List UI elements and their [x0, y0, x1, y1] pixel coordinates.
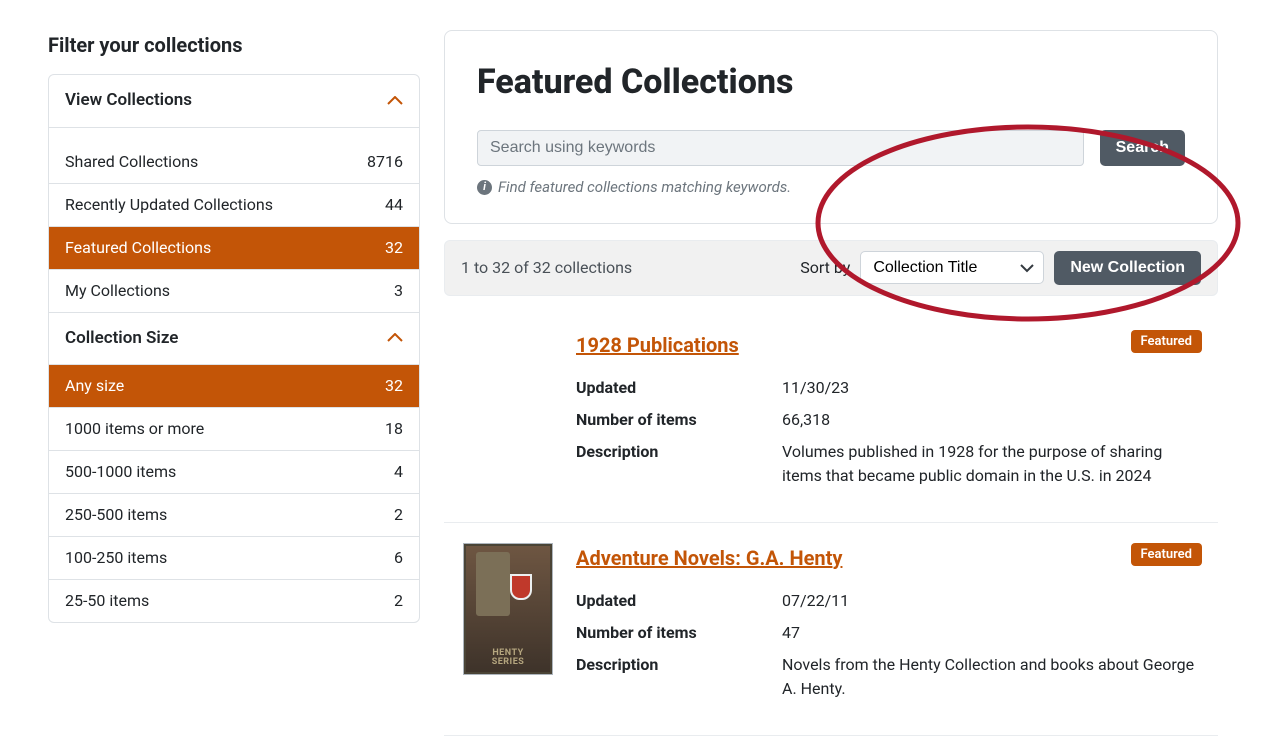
- meta-label: Number of items: [576, 408, 782, 432]
- result-meta: Updated 11/30/23 Number of items 66,318 …: [576, 376, 1202, 488]
- filter-item-label: Recently Updated Collections: [65, 193, 273, 217]
- meta-value: 07/22/11: [782, 589, 1202, 613]
- meta-row-count: Number of items 47: [576, 621, 1202, 645]
- main-content: Featured Collections Search i Find featu…: [444, 30, 1218, 736]
- search-row: Search: [477, 130, 1185, 166]
- filter-section-view-collections: View Collections Shared Collections 8716…: [49, 75, 419, 312]
- filter-item-shared-collections[interactable]: Shared Collections 8716: [49, 127, 419, 183]
- meta-row-updated: Updated 07/22/11: [576, 589, 1202, 613]
- result-thumb[interactable]: HENTY SERIES: [460, 543, 556, 709]
- thumb-image: HENTY SERIES: [463, 543, 553, 675]
- helper-text: Find featured collections matching keywo…: [498, 176, 791, 199]
- filter-item-label: My Collections: [65, 279, 170, 303]
- thumb-text2: SERIES: [492, 658, 525, 667]
- filter-item-count: 2: [394, 503, 403, 527]
- filter-list-collection-size: Any size 32 1000 items or more 18 500-10…: [49, 364, 419, 622]
- result-card: HENTY SERIES Adventure Novels: G.A. Hent…: [444, 523, 1218, 736]
- filter-item-count: 3: [394, 279, 403, 303]
- filter-item-25-50[interactable]: 25-50 items 2: [49, 579, 419, 622]
- featured-card: Featured Collections Search i Find featu…: [444, 30, 1218, 224]
- result-meta: Updated 07/22/11 Number of items 47 Desc…: [576, 589, 1202, 701]
- meta-row-count: Number of items 66,318: [576, 408, 1202, 432]
- filter-item-label: 25-50 items: [65, 589, 149, 613]
- filter-item-250-500[interactable]: 250-500 items 2: [49, 493, 419, 536]
- result-title-link[interactable]: 1928 Publications: [576, 330, 739, 360]
- results-toolbar: 1 to 32 of 32 collections Sort by Collec…: [444, 240, 1218, 296]
- filter-header-collection-size[interactable]: Collection Size: [49, 312, 419, 365]
- meta-value: 11/30/23: [782, 376, 1202, 400]
- results-list: 1928 Publications Featured Updated 11/30…: [444, 310, 1218, 736]
- filter-item-count: 6: [394, 546, 403, 570]
- filter-panel: View Collections Shared Collections 8716…: [48, 74, 420, 623]
- search-input[interactable]: [477, 130, 1084, 166]
- filter-item-my-collections[interactable]: My Collections 3: [49, 269, 419, 312]
- result-main: 1928 Publications Featured Updated 11/30…: [576, 330, 1202, 496]
- thumb-figure: [476, 552, 510, 616]
- filter-header-view-collections[interactable]: View Collections: [49, 75, 419, 127]
- meta-value: Volumes published in 1928 for the purpos…: [782, 440, 1202, 488]
- search-button[interactable]: Search: [1100, 130, 1185, 166]
- featured-badge: Featured: [1131, 543, 1203, 567]
- info-icon: i: [477, 180, 492, 195]
- filter-header-title: View Collections: [65, 88, 192, 114]
- meta-label: Description: [576, 653, 782, 701]
- results-count: 1 to 32 of 32 collections: [461, 256, 632, 280]
- filter-item-count: 32: [385, 374, 403, 398]
- meta-label: Updated: [576, 376, 782, 400]
- toolbar-right: Sort by Collection Title New Collection: [800, 251, 1201, 285]
- meta-value: 66,318: [782, 408, 1202, 432]
- filter-item-label: 1000 items or more: [65, 417, 204, 441]
- filter-item-label: 100-250 items: [65, 546, 167, 570]
- sort-select[interactable]: Collection Title: [860, 251, 1044, 284]
- meta-row-updated: Updated 11/30/23: [576, 376, 1202, 400]
- page-title: Featured Collections: [477, 57, 1185, 108]
- filter-item-count: 2: [394, 589, 403, 613]
- result-header: 1928 Publications Featured: [576, 330, 1202, 360]
- filter-item-label: Shared Collections: [65, 150, 198, 174]
- new-collection-button[interactable]: New Collection: [1054, 251, 1201, 285]
- chevron-up-icon: [387, 89, 403, 113]
- filter-item-count: 8716: [367, 150, 403, 174]
- thumb-inner: HENTY SERIES: [466, 546, 550, 672]
- result-thumb-placeholder: [460, 330, 556, 496]
- filter-item-1000-or-more[interactable]: 1000 items or more 18: [49, 407, 419, 450]
- filter-item-count: 44: [385, 193, 403, 217]
- result-main: Adventure Novels: G.A. Henty Featured Up…: [576, 543, 1202, 709]
- sort-label: Sort by: [800, 256, 850, 280]
- search-helper: i Find featured collections matching key…: [477, 176, 1185, 199]
- filter-item-recently-updated[interactable]: Recently Updated Collections 44: [49, 183, 419, 226]
- featured-badge: Featured: [1131, 330, 1203, 354]
- meta-row-description: Description Volumes published in 1928 fo…: [576, 440, 1202, 488]
- chevron-up-icon: [387, 326, 403, 350]
- thumb-shield: [510, 574, 532, 600]
- filter-item-label: 250-500 items: [65, 503, 167, 527]
- meta-value: Novels from the Henty Collection and boo…: [782, 653, 1202, 701]
- filter-item-count: 32: [385, 236, 403, 260]
- filter-item-label: Featured Collections: [65, 236, 211, 260]
- result-title-link[interactable]: Adventure Novels: G.A. Henty: [576, 543, 842, 573]
- sort-select-wrap: Collection Title: [860, 251, 1044, 284]
- filter-item-label: Any size: [65, 374, 124, 398]
- filter-list-view-collections: Shared Collections 8716 Recently Updated…: [49, 127, 419, 312]
- filter-title: Filter your collections: [48, 30, 420, 60]
- result-card: 1928 Publications Featured Updated 11/30…: [444, 310, 1218, 523]
- filter-item-100-250[interactable]: 100-250 items 6: [49, 536, 419, 579]
- filter-item-500-1000[interactable]: 500-1000 items 4: [49, 450, 419, 493]
- filter-section-collection-size: Collection Size Any size 32 1000 items o…: [49, 312, 419, 623]
- meta-label: Updated: [576, 589, 782, 613]
- filter-item-count: 4: [394, 460, 403, 484]
- meta-label: Number of items: [576, 621, 782, 645]
- filter-item-any-size[interactable]: Any size 32: [49, 364, 419, 407]
- filter-sidebar: Filter your collections View Collections…: [48, 30, 420, 736]
- result-header: Adventure Novels: G.A. Henty Featured: [576, 543, 1202, 573]
- filter-item-featured-collections[interactable]: Featured Collections 32: [49, 226, 419, 269]
- meta-row-description: Description Novels from the Henty Collec…: [576, 653, 1202, 701]
- filter-item-count: 18: [385, 417, 403, 441]
- filter-header-title: Collection Size: [65, 326, 178, 352]
- filter-item-label: 500-1000 items: [65, 460, 176, 484]
- meta-value: 47: [782, 621, 1202, 645]
- meta-label: Description: [576, 440, 782, 488]
